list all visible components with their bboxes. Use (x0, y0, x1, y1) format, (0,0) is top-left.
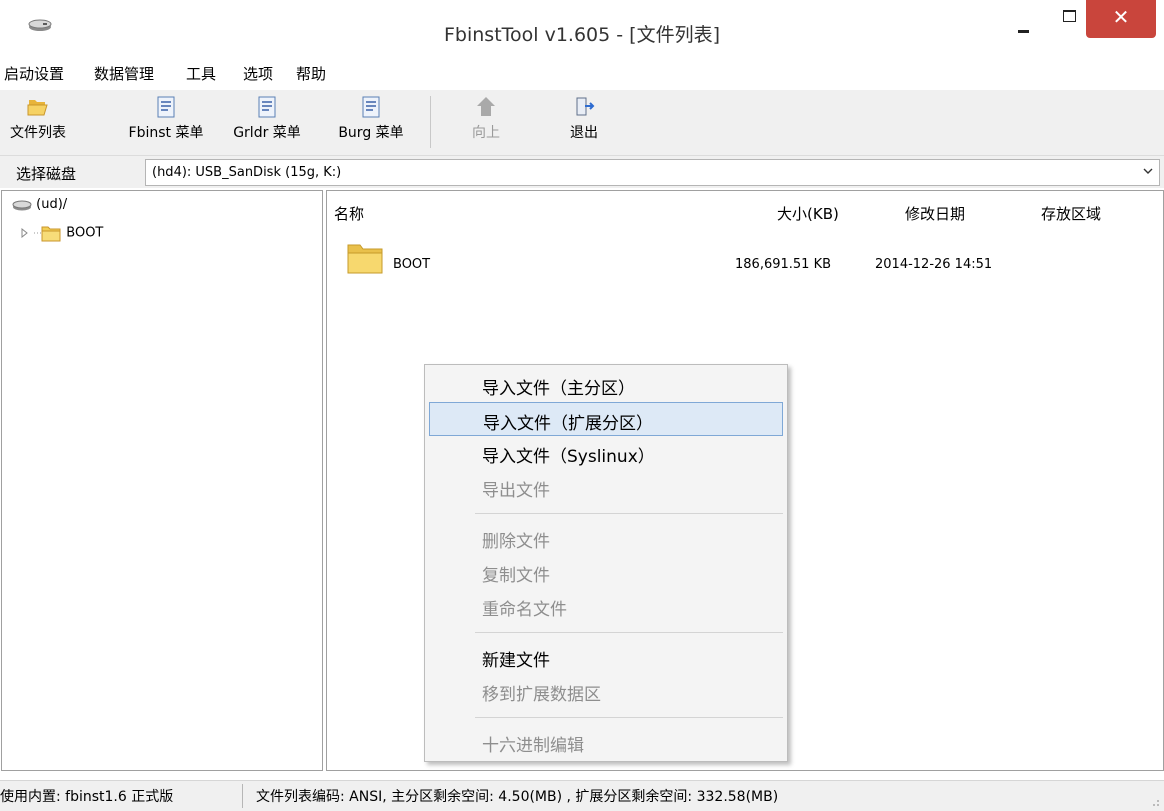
disk-label: 选择磁盘 (16, 165, 77, 183)
file-name: BOOT (393, 257, 431, 272)
disk-value: (hd4): USB_SanDisk (15g, K:) (152, 165, 342, 180)
file-modified: 2014-12-26 14:51 (875, 257, 993, 272)
ctx-move-to-extended[interactable]: 移到扩展数据区 (429, 674, 783, 708)
chevron-down-icon (1143, 168, 1153, 174)
folder-icon (347, 244, 383, 274)
tree-item-boot[interactable]: BOOT (20, 224, 103, 242)
fbinst-menu-button[interactable]: Fbinst 菜单 (116, 94, 216, 142)
ctx-hex-edit[interactable]: 十六进制编辑 (429, 725, 783, 759)
tree-root[interactable]: (ud)/ (12, 197, 67, 212)
maximize-button[interactable] (1055, 4, 1081, 30)
ctx-separator (475, 717, 783, 718)
ctx-export-file[interactable]: 导出文件 (429, 470, 783, 504)
close-icon: ✕ (1112, 5, 1130, 29)
tree-item-label: BOOT (66, 225, 104, 241)
menu-tools[interactable]: 工具 (186, 63, 216, 84)
file-size: 186,691.51 KB (735, 257, 832, 272)
column-header-area[interactable]: 存放区域 (1041, 203, 1101, 224)
minimize-button[interactable] (1010, 8, 1038, 34)
ctx-import-extended[interactable]: 导入文件（扩展分区） (429, 402, 783, 436)
exit-button[interactable]: 退出 (556, 94, 612, 142)
burg-menu-button[interactable]: Burg 菜单 (326, 94, 416, 142)
menu-help[interactable]: 帮助 (296, 63, 326, 84)
ctx-new-file[interactable]: 新建文件 (429, 640, 783, 674)
menu-doc-icon (254, 94, 280, 120)
ctx-rename-file[interactable]: 重命名文件 (429, 589, 783, 623)
tree-root-label: (ud)/ (36, 197, 68, 212)
toolbar-separator (430, 96, 431, 148)
grldr-menu-button[interactable]: Grldr 菜单 (222, 94, 312, 142)
folder-tree[interactable]: (ud)/ BOOT (1, 190, 323, 771)
file-list-button[interactable]: 文件列表 (2, 94, 74, 142)
status-separator (242, 784, 243, 808)
menu-bar: 启动设置 数据管理 工具 选项 帮助 (0, 58, 1164, 90)
toolbar: 文件列表 Fbinst 菜单 Grldr 菜单 Burg 菜单 向上 退出 (0, 90, 1164, 156)
ctx-separator (475, 513, 783, 514)
ctx-delete-file[interactable]: 删除文件 (429, 521, 783, 555)
column-header-size[interactable]: 大小(KB) (777, 203, 839, 224)
ctx-import-syslinux[interactable]: 导入文件（Syslinux） (429, 436, 783, 470)
context-menu: 导入文件（主分区） 导入文件（扩展分区） 导入文件（Syslinux） 导出文件… (424, 364, 788, 762)
resize-grip-icon[interactable] (1148, 795, 1160, 807)
folder-open-icon (25, 94, 51, 120)
status-encoding: 文件列表编码: ANSI, 主分区剩余空间: 4.50(MB) , 扩展分区剩余… (256, 789, 779, 805)
drive-icon (12, 200, 32, 210)
ctx-import-primary[interactable]: 导入文件（主分区） (429, 368, 783, 402)
menu-doc-icon (153, 94, 179, 120)
title-bar: FbinstTool v1.605 - [文件列表] ✕ (0, 0, 1164, 58)
expand-arrow-icon[interactable] (20, 227, 30, 239)
disk-dropdown[interactable]: (hd4): USB_SanDisk (15g, K:) (145, 159, 1160, 186)
ctx-copy-file[interactable]: 复制文件 (429, 555, 783, 589)
menu-boot-settings[interactable]: 启动设置 (4, 63, 64, 84)
disk-selector-bar: 选择磁盘 (hd4): USB_SanDisk (15g, K:) (0, 156, 1164, 188)
menu-data-management[interactable]: 数据管理 (94, 63, 154, 84)
up-button[interactable]: 向上 (458, 94, 514, 142)
ctx-separator (475, 632, 783, 633)
menu-doc-icon (358, 94, 384, 120)
column-header-modified[interactable]: 修改日期 (905, 203, 965, 224)
status-bar: 使用内置: fbinst1.6 正式版 文件列表编码: ANSI, 主分区剩余空… (0, 780, 1164, 811)
arrow-up-icon (473, 94, 499, 120)
column-header-name[interactable]: 名称 (334, 203, 364, 224)
folder-icon (34, 226, 61, 242)
menu-options[interactable]: 选项 (243, 63, 273, 84)
window-title: FbinstTool v1.605 - [文件列表] (443, 24, 720, 46)
status-builtin: 使用内置: fbinst1.6 正式版 (0, 789, 174, 805)
exit-door-icon (571, 94, 597, 120)
close-button[interactable]: ✕ (1086, 0, 1156, 38)
